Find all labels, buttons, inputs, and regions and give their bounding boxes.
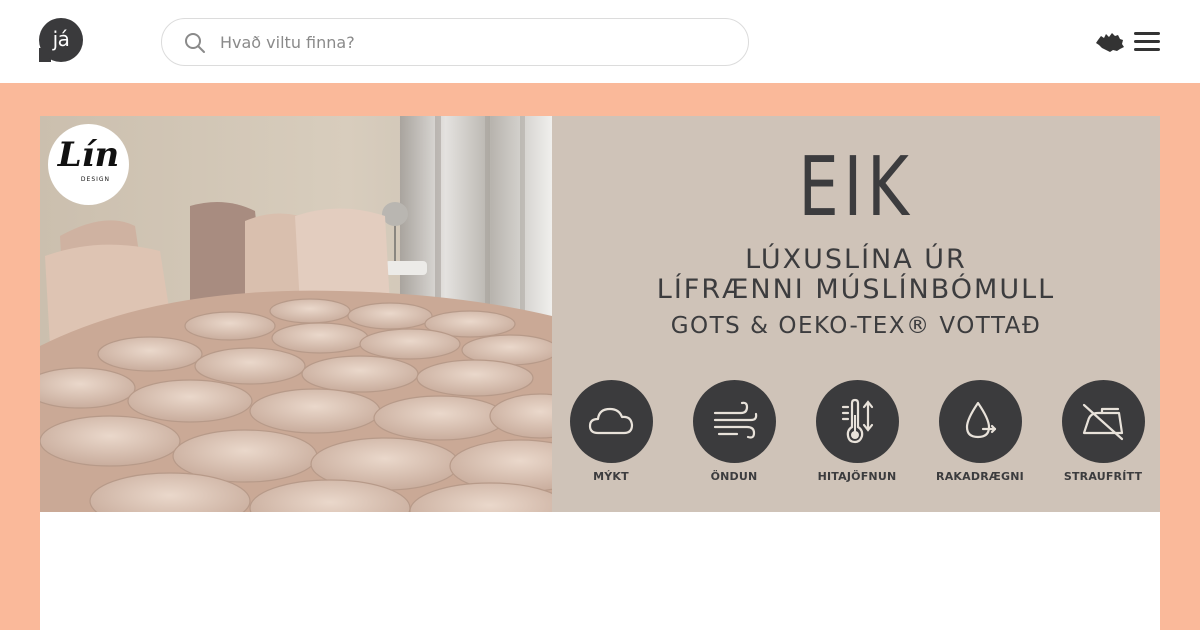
feature-moisture: RAKADRÆGNI (930, 380, 1030, 483)
ja-logo[interactable]: já (39, 18, 83, 62)
droplet-icon (965, 401, 997, 438)
certification-text: GOTS & OEKO-TEX® VOTTAÐ (670, 313, 1042, 339)
search-bar[interactable] (161, 18, 749, 66)
wind-icon (713, 401, 758, 439)
bedding-photo: Lín DESIGN (40, 116, 552, 512)
no-iron-icon (1082, 403, 1124, 440)
lin-design-logo: Lín DESIGN (48, 124, 129, 205)
iceland-map-icon[interactable] (1095, 31, 1125, 53)
feature-breathability: ÖNDUN (684, 380, 784, 483)
search-input[interactable] (220, 27, 720, 57)
brand-title: EIK (798, 140, 914, 235)
feature-no-iron: STRAUFRÍTT (1053, 380, 1153, 483)
feature-temperature: HITAJÖFNUN (807, 380, 907, 483)
hamburger-menu-icon[interactable] (1134, 31, 1160, 53)
thermometer-icon (841, 398, 874, 443)
tagline-line-2: LÍFRÆNNI MÚSLÍNBÓMULL (656, 274, 1056, 305)
site-header: já (0, 0, 1200, 83)
product-info-panel: EIK LÚXUSLÍNA ÚR LÍFRÆNNI MÚSLÍNBÓMULL G… (552, 116, 1160, 512)
tagline-line-1: LÚXUSLÍNA ÚR (745, 244, 967, 275)
promo-banner[interactable]: Lín DESIGN EIK LÚXUSLÍNA ÚR LÍFRÆNNI MÚS… (40, 116, 1160, 512)
cloud-icon (588, 407, 634, 434)
feature-softness: MÝKT (561, 380, 661, 483)
content-area (40, 512, 1160, 630)
search-icon[interactable] (184, 32, 206, 54)
